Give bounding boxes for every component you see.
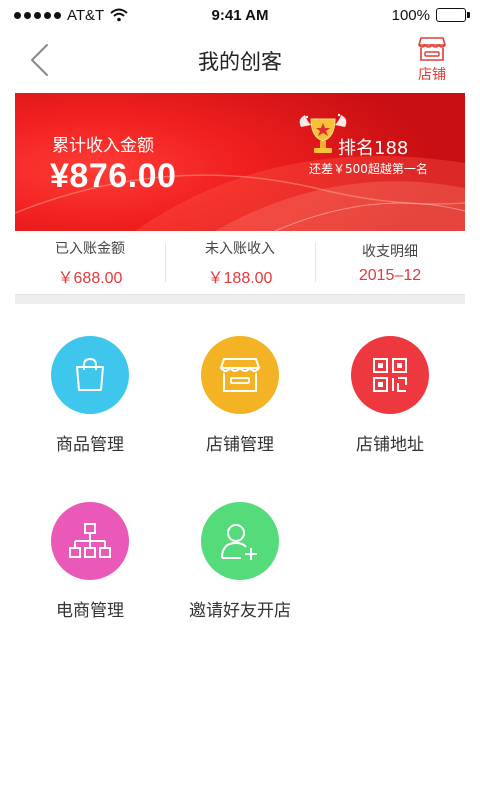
store-button[interactable]: 店铺 — [406, 36, 458, 88]
stats-row: 已入账金额 ￥688.00 未入账收入 ￥188.00 收支明细 2015–12 — [15, 231, 465, 294]
grid-label: 商品管理 — [56, 435, 124, 455]
income-amount: ¥876.00 — [50, 157, 177, 195]
grid-item-store-address[interactable]: 店铺地址 — [315, 336, 465, 455]
add-user-icon — [221, 524, 257, 560]
ecommerce-icon-circle — [51, 502, 129, 580]
qr-code-icon — [373, 358, 407, 392]
carrier: AT&T — [67, 6, 105, 24]
invite-icon-circle — [201, 502, 279, 580]
stat-statement[interactable]: 收支明细 2015–12 — [315, 231, 465, 294]
rank-gap-text: 还差￥500超越第一名 — [309, 162, 428, 176]
status-right: 100% — [391, 6, 470, 24]
grid-label: 店铺管理 — [206, 435, 274, 455]
store-icon-circle — [201, 336, 279, 414]
stat-settled[interactable]: 已入账金额 ￥688.00 — [15, 231, 165, 294]
status-bar: AT&T 9:41 AM 100% — [0, 0, 480, 30]
stat-label: 已入账金额 — [55, 240, 125, 257]
org-chart-icon — [69, 523, 111, 558]
stat-label: 收支明细 — [362, 243, 418, 260]
grid-item-invite-friends[interactable]: 邀请好友开店 — [165, 502, 315, 621]
section-divider — [15, 294, 465, 304]
grid-label: 店铺地址 — [356, 435, 424, 455]
battery-percent: 100% — [391, 6, 430, 24]
grid-item-ecommerce-management[interactable]: 电商管理 — [15, 502, 165, 621]
shopping-bag-icon — [76, 357, 104, 391]
rank-text: 排名188 — [338, 138, 409, 159]
grid-label: 电商管理 — [56, 601, 124, 621]
status-left: AT&T — [14, 7, 128, 24]
stat-value: ￥688.00 — [57, 269, 123, 287]
stat-value: 2015–12 — [358, 266, 422, 284]
grid-item-store-management[interactable]: 店铺管理 — [165, 336, 315, 455]
storefront-icon — [220, 358, 260, 392]
store-icon — [418, 37, 446, 61]
product-icon-circle — [51, 336, 129, 414]
store-label: 店铺 — [418, 67, 446, 83]
nav-bar: 我的创客 店铺 — [0, 30, 480, 92]
address-icon-circle — [351, 336, 429, 414]
stat-unsettled[interactable]: 未入账收入 ￥188.00 — [165, 231, 315, 294]
stat-value: ￥188.00 — [207, 269, 273, 287]
income-caption: 累计收入金额 — [52, 136, 154, 156]
grid-item-product-management[interactable]: 商品管理 — [15, 336, 165, 455]
stat-label: 未入账收入 — [205, 240, 275, 257]
income-banner: 累计收入金额 ¥876.00 排名188 还差￥500超越第一名 — [15, 93, 465, 231]
signal-icon — [14, 11, 61, 19]
battery-icon — [436, 8, 470, 22]
grid-label: 邀请好友开店 — [189, 601, 291, 621]
wifi-icon — [110, 8, 128, 22]
